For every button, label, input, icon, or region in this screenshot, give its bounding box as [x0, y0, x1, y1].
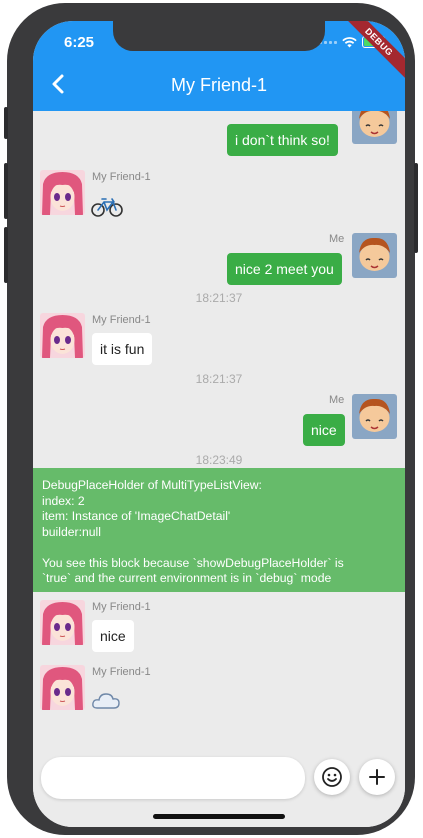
sender-name: My Friend-1	[92, 666, 151, 678]
phone-frame: 6:25 DEBUG My Friend-1 i don`t think so!…	[4, 3, 418, 835]
debug-line: index: 2	[42, 493, 85, 508]
volume-down-button	[4, 227, 8, 283]
emoji-button[interactable]	[314, 759, 350, 795]
timestamp: 18:21:37	[195, 291, 243, 305]
debug-line: builder:null	[42, 524, 101, 539]
volume-up-button	[4, 163, 8, 219]
debug-line: DebugPlaceHolder of MultiTypeListView:	[42, 478, 262, 492]
message-bubble-friend[interactable]: nice	[92, 620, 134, 652]
message-input[interactable]	[41, 757, 305, 799]
friend-avatar	[40, 313, 85, 358]
friend-avatar	[40, 170, 85, 215]
sender-name: Me	[329, 394, 345, 406]
timestamp: 18:23:49	[195, 453, 243, 467]
message-bubble-me[interactable]: i don`t think so!	[227, 124, 338, 156]
mute-switch	[4, 107, 8, 139]
debug-banner: DEBUG	[338, 21, 405, 83]
wifi-icon	[342, 36, 357, 47]
message-bubble-me[interactable]: nice	[303, 414, 345, 446]
friend-avatar	[40, 665, 85, 710]
add-button[interactable]	[359, 759, 395, 795]
debug-line: `true` and the current environment is in…	[42, 571, 332, 585]
debug-line: item: Instance of 'ImageChatDetail'	[42, 509, 231, 523]
friend-avatar	[40, 600, 85, 645]
page-title: My Friend-1	[170, 75, 268, 95]
debug-line: You see this block because `showDebugPla…	[42, 555, 344, 570]
smiley-icon	[322, 767, 342, 787]
debug-placeholder-block: DebugPlaceHolder of MultiTypeListView: i…	[33, 468, 405, 592]
sender-name: Me	[329, 233, 345, 245]
bicycle-icon[interactable]	[91, 196, 123, 218]
power-button	[414, 163, 418, 253]
sender-name: My Friend-1	[92, 314, 151, 326]
plus-icon	[369, 769, 385, 785]
message-bubble-friend[interactable]: it is fun	[92, 333, 153, 365]
status-time: 6:25	[64, 34, 95, 51]
sender-name: My Friend-1	[92, 601, 151, 613]
screen: 6:25 DEBUG My Friend-1 i don`t think so!…	[33, 21, 405, 827]
timestamp: 18:21:37	[195, 372, 243, 386]
cloud-icon[interactable]	[91, 691, 121, 711]
home-indicator	[153, 814, 285, 819]
input-bar	[33, 751, 405, 827]
message-bubble-me[interactable]: nice 2 meet you	[227, 253, 342, 285]
me-avatar	[352, 233, 397, 278]
me-avatar	[352, 394, 397, 439]
debug-spacer	[42, 540, 396, 556]
notch	[113, 21, 325, 51]
sender-name: My Friend-1	[92, 171, 151, 183]
chat-list[interactable]: i don`t think so! My Friend-1 Me nice 2 …	[33, 99, 405, 751]
